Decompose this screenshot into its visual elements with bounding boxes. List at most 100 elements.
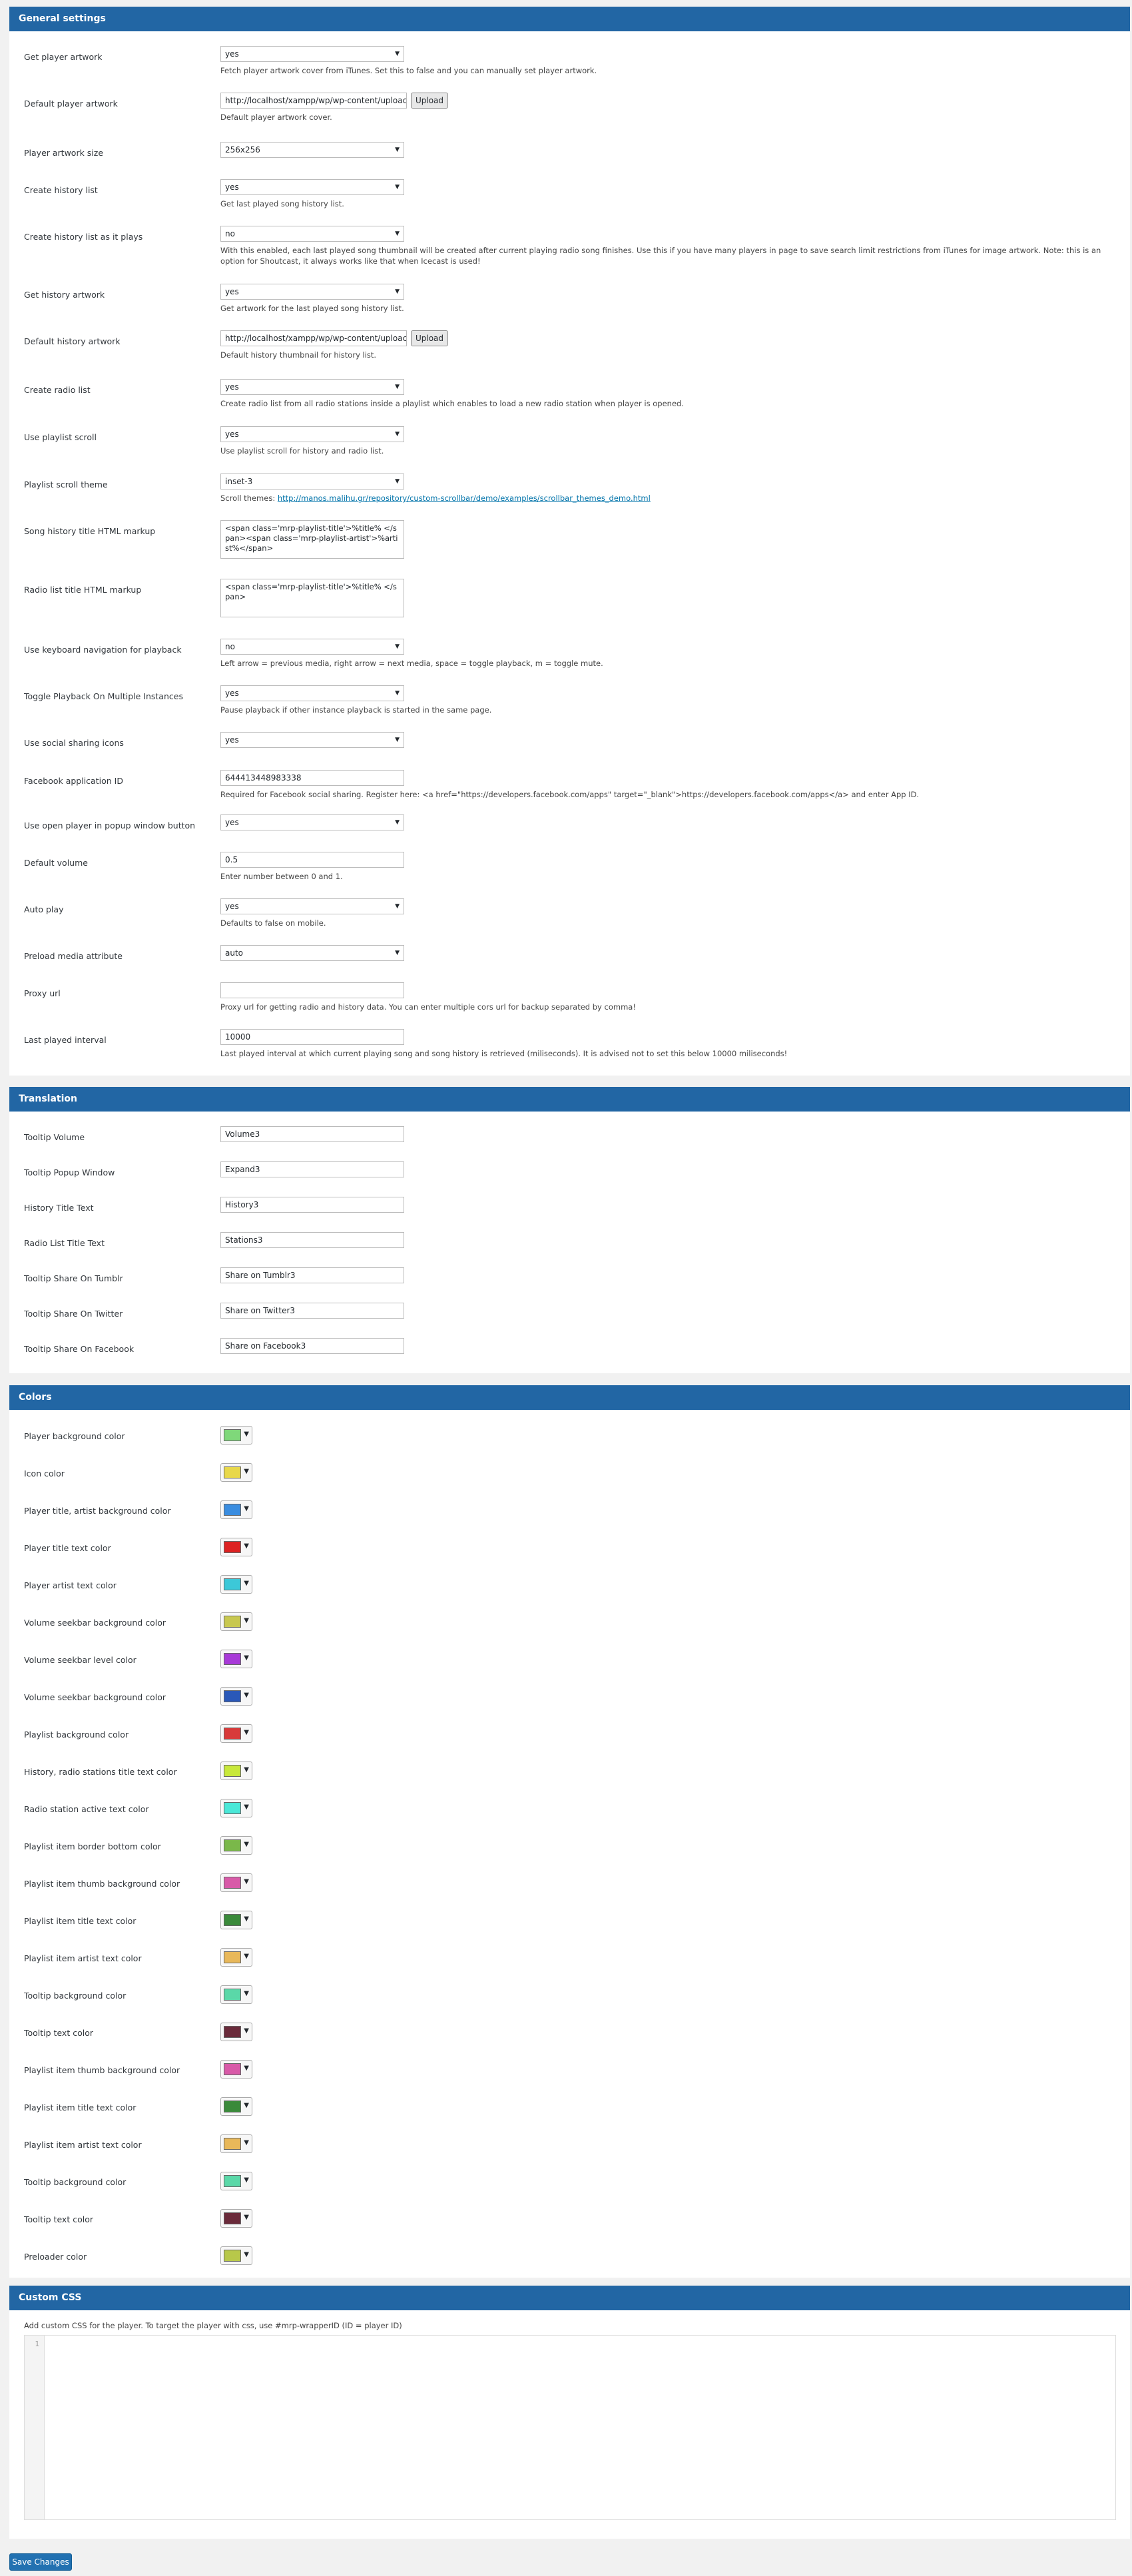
song-history-markup-textarea[interactable]: <span class='mrp-playlist-title'>%title%… (220, 520, 404, 559)
default-player-artwork-input[interactable]: http://localhost/xampp/wp/wp-content/upl… (220, 93, 407, 109)
player-artwork-size-label: Player artwork size (24, 148, 104, 158)
color-row: Icon color ▼ (9, 1463, 1130, 1487)
chevron-down-icon: ▼ (244, 1878, 249, 1885)
color-picker[interactable]: ▼ (220, 1463, 252, 1482)
color-picker[interactable]: ▼ (220, 2134, 252, 2153)
color-swatch (224, 2063, 241, 2075)
translation-input[interactable]: Share on Facebook3 (220, 1338, 404, 1354)
chevron-down-icon: ▼ (244, 1654, 249, 1662)
upload-history-artwork-button[interactable]: Upload (411, 330, 448, 346)
facebook-app-id-input[interactable]: 644413448983338 (220, 770, 404, 786)
color-picker[interactable]: ▼ (220, 2246, 252, 2265)
color-picker[interactable]: ▼ (220, 1948, 252, 1967)
playlist-scroll-theme-select[interactable]: inset-3 ▼ (220, 474, 404, 489)
color-row: Playlist item thumb background color ▼ (9, 1873, 1130, 1897)
toggle-multiple-select[interactable]: yes ▼ (220, 685, 404, 701)
translation-input[interactable]: Volume3 (220, 1126, 404, 1142)
chevron-down-icon: ▼ (244, 1505, 249, 1512)
preload-media-select[interactable]: auto ▼ (220, 945, 404, 961)
color-row: Playlist item artist text color ▼ (9, 2134, 1130, 2158)
translation-input[interactable]: Share on Tumblr3 (220, 1267, 404, 1283)
chevron-down-icon: ▼ (244, 1990, 249, 1997)
auto-play-select[interactable]: yes ▼ (220, 898, 404, 914)
default-history-artwork-input[interactable]: http://localhost/xampp/wp/wp-content/upl… (220, 330, 407, 346)
auto-play-label: Auto play (24, 904, 64, 914)
chevron-down-icon: ▼ (244, 1692, 249, 1699)
color-picker[interactable]: ▼ (220, 1799, 252, 1817)
color-swatch (224, 1429, 241, 1441)
create-history-as-plays-select[interactable]: no ▼ (220, 226, 404, 242)
color-picker[interactable]: ▼ (220, 1873, 252, 1892)
save-changes-button[interactable]: Save Changes (9, 2553, 72, 2571)
color-row: Player background color ▼ (9, 1426, 1130, 1450)
color-picker[interactable]: ▼ (220, 2023, 252, 2041)
color-picker[interactable]: ▼ (220, 1650, 252, 1668)
color-swatch (224, 1541, 241, 1553)
scroll-themes-link[interactable]: http://manos.malihu.gr/repository/custom… (278, 493, 651, 503)
chevron-down-icon: ▼ (395, 690, 400, 697)
social-icons-select[interactable]: yes ▼ (220, 732, 404, 748)
translation-input[interactable]: History3 (220, 1197, 404, 1213)
create-history-list-label: Create history list (24, 185, 98, 195)
player-artwork-size-select[interactable]: 256x256 ▼ (220, 142, 404, 158)
color-picker[interactable]: ▼ (220, 1575, 252, 1594)
default-volume-input[interactable]: 0.5 (220, 852, 404, 868)
preload-media-row: Preload media attribute auto ▼ (9, 945, 1130, 967)
radio-list-markup-textarea[interactable]: <span class='mrp-playlist-title'>%title%… (220, 579, 404, 617)
proxy-url-desc: Proxy url for getting radio and history … (220, 1002, 636, 1012)
translation-input[interactable]: Stations3 (220, 1232, 404, 1248)
create-radio-list-select[interactable]: yes ▼ (220, 379, 404, 395)
color-swatch (224, 2250, 241, 2262)
last-played-interval-input[interactable]: 10000 (220, 1029, 404, 1045)
color-picker[interactable]: ▼ (220, 1426, 252, 1445)
general-settings-header: General settings (9, 7, 1130, 31)
get-player-artwork-select[interactable]: yes ▼ (220, 46, 404, 62)
color-picker[interactable]: ▼ (220, 2172, 252, 2190)
color-picker[interactable]: ▼ (220, 1500, 252, 1519)
custom-css-editor[interactable]: 1 (24, 2335, 1116, 2520)
color-picker[interactable]: ▼ (220, 1836, 252, 1855)
keyboard-nav-select[interactable]: no ▼ (220, 639, 404, 655)
color-picker[interactable]: ▼ (220, 2060, 252, 2079)
create-history-list-select[interactable]: yes ▼ (220, 179, 404, 195)
get-history-artwork-select[interactable]: yes ▼ (220, 284, 404, 300)
color-picker[interactable]: ▼ (220, 2097, 252, 2116)
default-volume-label: Default volume (24, 858, 88, 868)
open-popup-button-select[interactable]: yes ▼ (220, 814, 404, 830)
use-playlist-scroll-select[interactable]: yes ▼ (220, 426, 404, 442)
color-swatch (224, 1653, 241, 1665)
default-history-artwork-desc: Default history thumbnail for history li… (220, 350, 377, 360)
chevron-down-icon: ▼ (244, 2102, 249, 2109)
upload-player-artwork-button[interactable]: Upload (411, 93, 448, 109)
color-picker[interactable]: ▼ (220, 1985, 252, 2004)
color-picker[interactable]: ▼ (220, 1612, 252, 1631)
player-artwork-size-row: Player artwork size 256x256 ▼ (9, 142, 1130, 164)
color-label: Playlist background color (24, 1730, 129, 1740)
color-label: Radio station active text color (24, 1804, 149, 1814)
auto-play-desc: Defaults to false on mobile. (220, 918, 326, 928)
create-radio-list-row: Create radio list yes ▼ Create radio list… (9, 379, 1130, 408)
chevron-down-icon: ▼ (244, 1953, 249, 1960)
color-picker[interactable]: ▼ (220, 1762, 252, 1780)
default-volume-desc: Enter number between 0 and 1. (220, 872, 343, 881)
translation-header: Translation (9, 1087, 1130, 1112)
translation-label: History Title Text (24, 1203, 94, 1213)
color-picker[interactable]: ▼ (220, 1538, 252, 1556)
color-row: Player title text color ▼ (9, 1538, 1130, 1562)
translation-input[interactable]: Share on Twitter3 (220, 1303, 404, 1319)
color-picker[interactable]: ▼ (220, 1724, 252, 1743)
chevron-down-icon: ▼ (244, 1617, 249, 1624)
chevron-down-icon: ▼ (244, 2251, 249, 2258)
color-picker[interactable]: ▼ (220, 1911, 252, 1929)
editor-gutter: 1 (25, 2336, 45, 2519)
chevron-down-icon: ▼ (244, 1431, 249, 1438)
color-row: Tooltip background color ▼ (9, 1985, 1130, 2009)
proxy-url-input[interactable] (220, 982, 404, 998)
chevron-down-icon: ▼ (395, 431, 400, 438)
chevron-down-icon: ▼ (244, 2027, 249, 2035)
color-picker[interactable]: ▼ (220, 1687, 252, 1706)
translation-panel: Translation Tooltip Volume Volume3 Tooltip… (9, 1087, 1130, 1373)
translation-input[interactable]: Expand3 (220, 1161, 404, 1177)
color-swatch (224, 1728, 241, 1740)
color-picker[interactable]: ▼ (220, 2209, 252, 2228)
